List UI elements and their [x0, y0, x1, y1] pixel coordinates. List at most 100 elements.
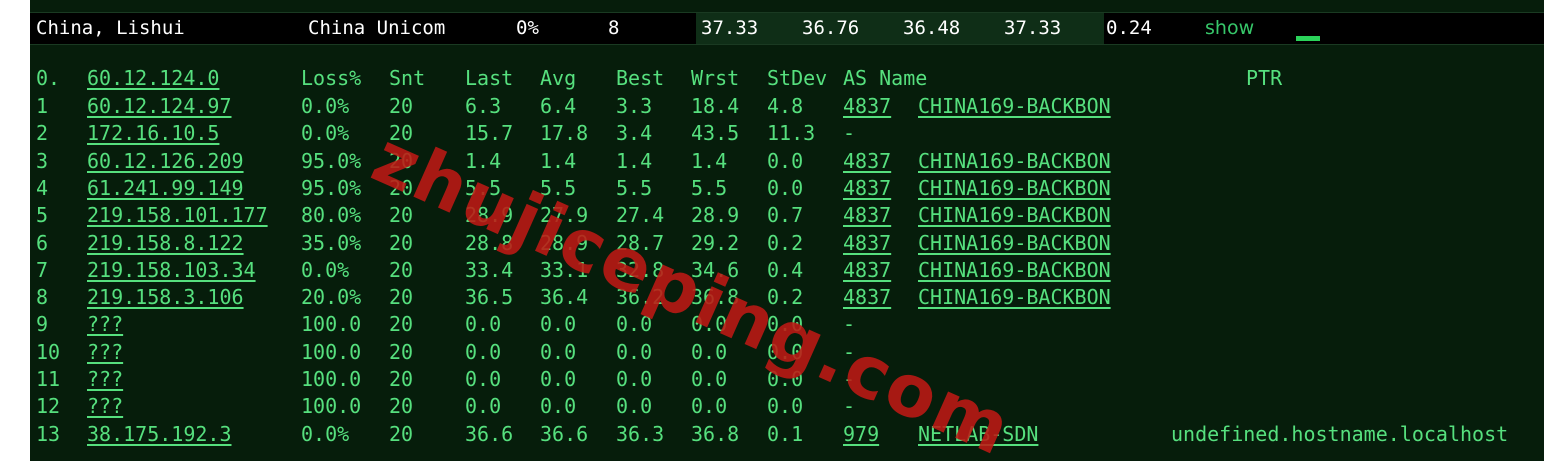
hop-asn[interactable]: 4837 — [843, 176, 891, 200]
hop-best: 0.0 — [616, 394, 653, 419]
hop-host[interactable]: ??? — [87, 367, 123, 391]
header-loss: Loss% — [301, 66, 362, 90]
hop-host[interactable]: 219.158.3.106 — [87, 285, 244, 309]
hop-snt: 20 — [389, 285, 414, 310]
header-snt: Snt — [389, 66, 426, 90]
hop-number: 5 — [36, 203, 49, 228]
hop-loss: 0.0% — [301, 121, 350, 146]
hop-loss: 100.0 — [301, 394, 362, 419]
hop-as-name[interactable]: CHINA169-BACKBON — [918, 94, 1111, 118]
header-hop: 0. — [36, 66, 61, 90]
hop-stdev: 4.8 — [767, 94, 804, 118]
hop-loss: 100.0 — [301, 312, 362, 337]
hop-ptr: undefined.hostname.localhost — [1171, 421, 1509, 446]
hop-snt: 20 — [389, 312, 414, 337]
hop-avg: 17.8 — [540, 121, 589, 146]
hop-asn[interactable]: 4837 — [843, 285, 891, 309]
header-wrst: Wrst — [691, 66, 740, 90]
hop-best: 3.3 — [616, 94, 653, 118]
hop-loss: 80.0% — [301, 203, 362, 228]
hop-host[interactable]: ??? — [87, 340, 123, 364]
hop-number: 7 — [36, 257, 49, 282]
hop-host[interactable]: 172.16.10.5 — [87, 121, 219, 145]
header-ptr: PTR — [1246, 66, 1283, 90]
hop-avg: 0.0 — [540, 367, 577, 391]
hop-snt: 20 — [389, 394, 414, 419]
hop-snt: 20 — [389, 339, 414, 364]
hop-wrst: 43.5 — [691, 121, 740, 146]
hop-host[interactable]: ??? — [87, 394, 123, 418]
hop-wrst: 0.0 — [691, 367, 728, 391]
hop-avg: 36.6 — [540, 421, 589, 446]
hop-host[interactable]: 219.158.8.122 — [87, 231, 244, 255]
hop-host[interactable]: 60.12.124.97 — [87, 94, 232, 118]
hop-snt: 20 — [389, 421, 414, 446]
hop-as-name[interactable]: CHINA169-BACKBON — [918, 258, 1111, 282]
hop-host[interactable]: 219.158.103.34 — [87, 258, 256, 282]
hop-number: 2 — [36, 121, 49, 146]
table-row: 4 61.241.99.149 95.0% 20 5.5 5.5 5.5 5.5 0.0 4837… — [0, 176, 1544, 203]
hop-last: 0.0 — [465, 339, 502, 364]
hop-host[interactable]: ??? — [87, 312, 123, 336]
hop-asn[interactable]: 4837 — [843, 149, 891, 173]
hop-loss: 20.0% — [301, 285, 362, 310]
table-row: 5 219.158.101.177 80.0% 20 28.9 27.9 27.4 28.9 0… — [0, 203, 1544, 230]
hop-avg: 0.0 — [540, 339, 577, 364]
table-row: 7 219.158.103.34 0.0% 20 33.4 33.1 32.8 34.6 0.4… — [0, 258, 1544, 285]
hop-loss: 95.0% — [301, 175, 362, 200]
hop-host[interactable]: 219.158.101.177 — [87, 203, 268, 227]
hop-avg: 1.4 — [540, 148, 577, 173]
hop-best: 36.3 — [616, 421, 665, 446]
hop-asn[interactable]: 4837 — [843, 203, 891, 227]
hop-as-name[interactable]: CHINA169-BACKBON — [918, 176, 1111, 200]
hop-last: 0.0 — [465, 367, 502, 391]
hop-asn[interactable]: 4837 — [843, 258, 891, 282]
header-as-name: AS Name — [843, 66, 928, 90]
hop-as-name[interactable]: CHINA169-BACKBON — [918, 285, 1111, 309]
hop-as-name[interactable]: CHINA169-BACKBON — [918, 231, 1111, 255]
hop-best: 1.4 — [616, 148, 653, 173]
hop-stdev: 0.0 — [767, 148, 804, 173]
hop-asn[interactable]: 979 — [843, 422, 879, 446]
hop-wrst: 1.4 — [691, 148, 728, 173]
mtr-table: 0. 60.12.124.0 Loss% Snt Last Avg Best W… — [0, 0, 1544, 461]
hop-avg: 0.0 — [540, 312, 577, 337]
hop-number: 13 — [36, 421, 61, 446]
hop-wrst: 5.5 — [691, 175, 728, 200]
hop-wrst: 28.9 — [691, 203, 740, 228]
hop-loss: 0.0% — [301, 257, 350, 282]
hop-best: 0.0 — [616, 367, 653, 391]
hop-asn[interactable]: 4837 — [843, 94, 891, 118]
hop-as-name[interactable]: CHINA169-BACKBON — [918, 149, 1111, 173]
table-row: 6 219.158.8.122 35.0% 20 28.8 28.9 28.7 29.2 0.2… — [0, 231, 1544, 258]
hop-last: 36.6 — [465, 421, 514, 446]
table-row: 3 60.12.126.209 95.0% 20 1.4 1.4 1.4 1.4 0.0 4837… — [0, 149, 1544, 176]
header-host[interactable]: 60.12.124.0 — [87, 66, 219, 90]
hop-host[interactable]: 61.241.99.149 — [87, 176, 244, 200]
hop-last: 33.4 — [465, 257, 514, 282]
hop-number: 4 — [36, 175, 49, 200]
hop-stdev: 0.2 — [767, 230, 804, 255]
hop-best: 3.4 — [616, 121, 653, 146]
header-last: Last — [465, 66, 514, 90]
hop-as-name[interactable]: CHINA169-BACKBON — [918, 203, 1111, 227]
hop-asn[interactable]: 4837 — [843, 231, 891, 255]
hop-number: 12 — [36, 394, 61, 419]
hop-best: 5.5 — [616, 175, 653, 200]
hop-stdev: 11.3 — [767, 121, 816, 146]
hop-last: 0.0 — [465, 394, 502, 419]
hop-last: 0.0 — [465, 312, 502, 337]
hop-avg: 6.4 — [540, 94, 577, 118]
hop-best: 0.0 — [616, 339, 653, 364]
hop-last: 36.5 — [465, 285, 514, 310]
hop-loss: 100.0 — [301, 367, 362, 391]
hop-wrst: 36.8 — [691, 421, 740, 446]
hop-wrst: 18.4 — [691, 94, 740, 118]
header-stdev: StDev — [767, 66, 828, 90]
hop-number: 3 — [36, 148, 49, 173]
hop-loss: 95.0% — [301, 148, 362, 173]
hop-host[interactable]: 38.175.192.3 — [87, 422, 232, 446]
hop-snt: 20 — [389, 230, 414, 255]
hop-last: 6.3 — [465, 94, 502, 118]
hop-host[interactable]: 60.12.126.209 — [87, 149, 244, 173]
